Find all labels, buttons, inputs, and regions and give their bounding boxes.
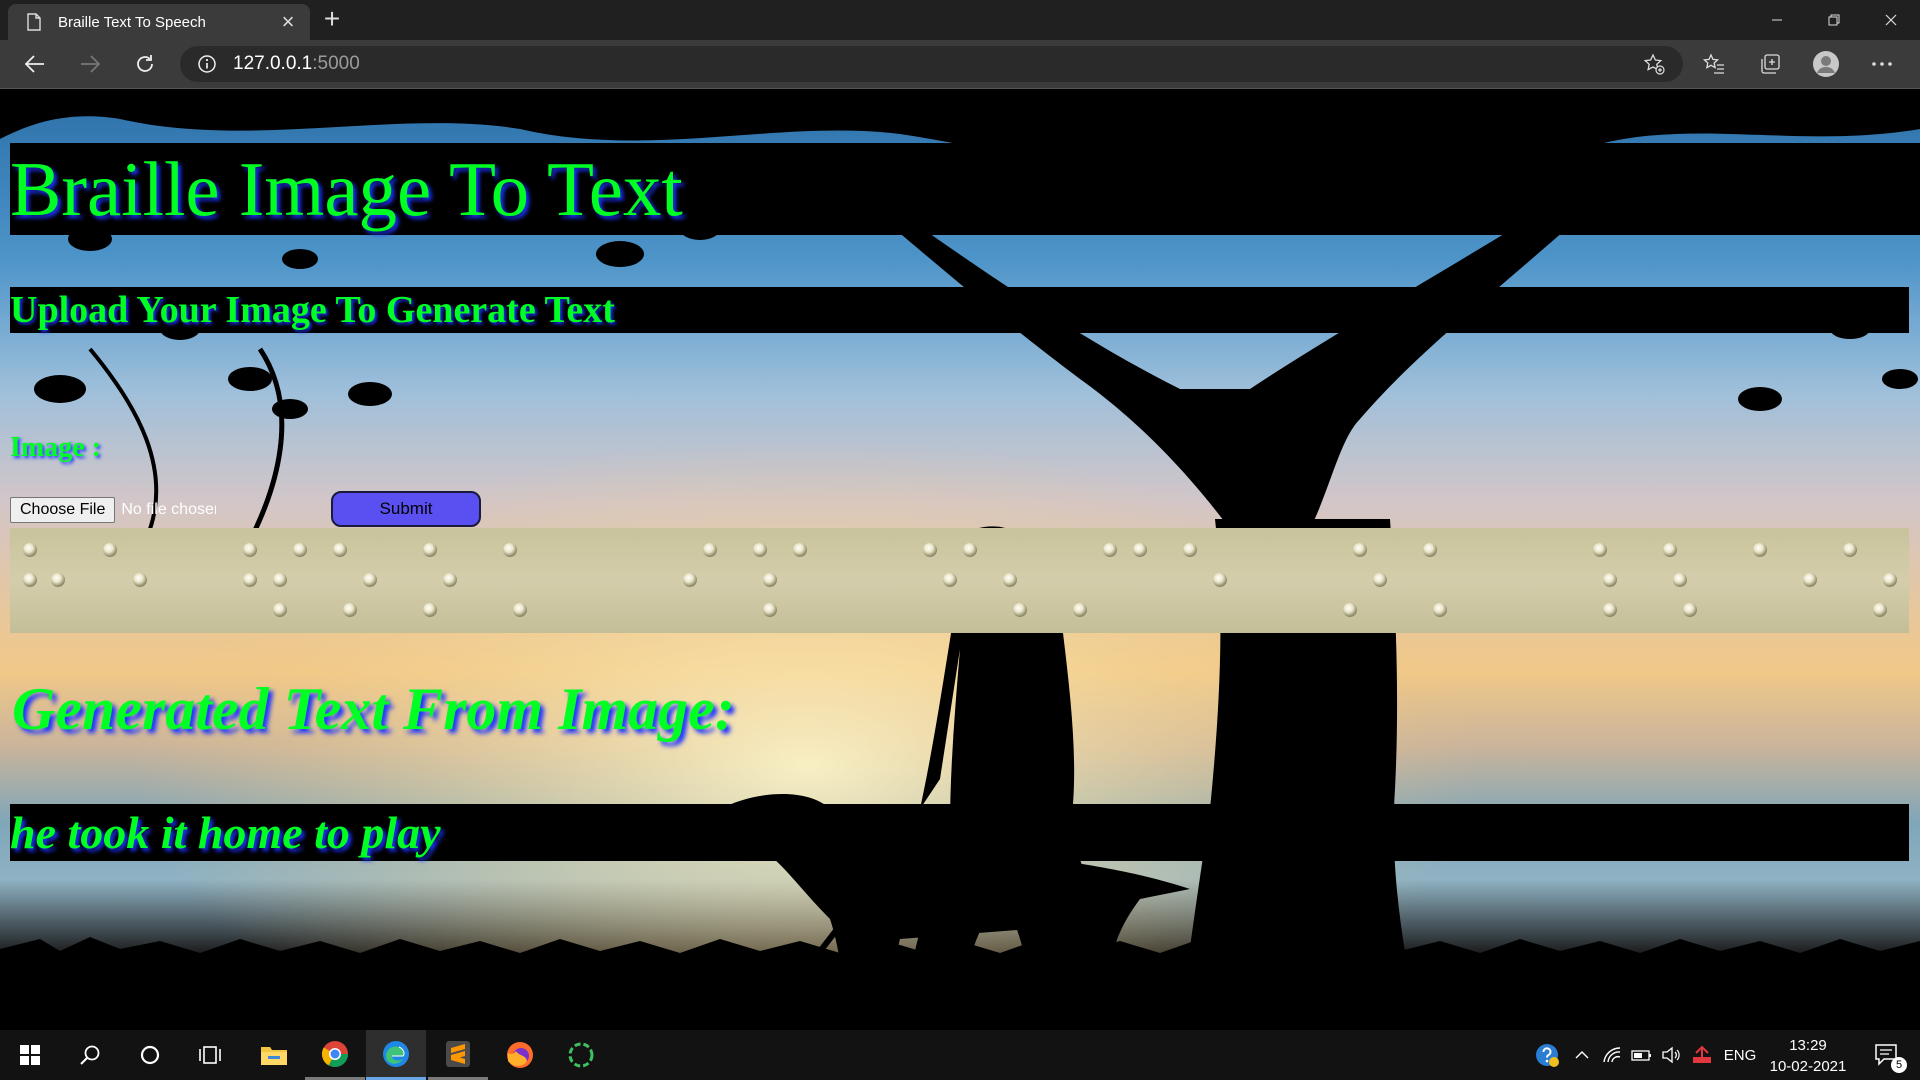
start-icon[interactable] <box>0 1030 60 1080</box>
network-status-icon[interactable] <box>1688 1030 1716 1080</box>
clock[interactable]: 13:29 10-02-2021 <box>1764 1035 1852 1077</box>
page-viewport: Braille Image To Text Upload Your Image … <box>0 89 1920 1030</box>
file-explorer-icon[interactable] <box>244 1030 304 1080</box>
url-host: 127.0.0.1 <box>233 53 313 74</box>
task-view-icon[interactable] <box>180 1030 240 1080</box>
browser-titlebar: Braille Text To Speech × + <box>0 0 1920 40</box>
close-tab-icon[interactable]: × <box>278 11 298 33</box>
tab-title: Braille Text To Speech <box>58 13 206 31</box>
profile-avatar-icon[interactable] <box>1812 50 1840 78</box>
page-icon <box>27 13 41 31</box>
minimize-button[interactable] <box>1748 0 1806 40</box>
search-icon[interactable] <box>60 1030 120 1080</box>
forward-button[interactable] <box>73 48 107 80</box>
battery-icon[interactable] <box>1628 1030 1656 1080</box>
volume-icon[interactable] <box>1658 1030 1686 1080</box>
reload-button[interactable] <box>128 48 162 80</box>
windows-taskbar: ENG 13:29 10-02-2021 5 <box>0 1030 1920 1080</box>
add-favorite-icon[interactable] <box>1643 53 1665 75</box>
main-heading: Braille Image To Text <box>10 143 1920 235</box>
site-info-icon[interactable] <box>197 54 217 74</box>
back-arrow-icon <box>24 55 44 73</box>
image-file-input[interactable]: Choose File No file chosen <box>10 497 216 523</box>
clock-time: 13:29 <box>1789 1037 1827 1054</box>
help-icon[interactable] <box>1530 1030 1564 1080</box>
image-field-label: Image : <box>10 432 101 463</box>
firefox-icon[interactable] <box>490 1030 550 1080</box>
braille-image <box>10 528 1909 633</box>
generated-text-heading: Generated Text From Image: <box>12 676 735 742</box>
app-icon[interactable] <box>551 1030 611 1080</box>
more-options-icon[interactable] <box>1868 50 1896 78</box>
back-button[interactable] <box>18 48 52 80</box>
submit-button[interactable]: Submit <box>331 491 481 527</box>
input-language[interactable]: ENG <box>1720 1030 1760 1080</box>
wifi-icon[interactable] <box>1598 1030 1626 1080</box>
chrome-icon[interactable] <box>305 1030 365 1080</box>
sublime-text-icon[interactable] <box>428 1030 488 1080</box>
url-port: :5000 <box>312 53 360 74</box>
address-bar[interactable]: 127.0.0.1:5000 <box>180 46 1683 82</box>
restore-button[interactable] <box>1805 0 1863 40</box>
edge-icon[interactable] <box>366 1030 426 1080</box>
show-hidden-icons-icon[interactable] <box>1568 1030 1596 1080</box>
upload-subheading: Upload Your Image To Generate Text <box>10 287 1909 333</box>
forward-arrow-icon <box>81 55 101 73</box>
notifications-icon[interactable]: 5 <box>1862 1030 1912 1080</box>
browser-toolbar: 127.0.0.1:5000 <box>0 40 1920 89</box>
notification-count-badge: 5 <box>1891 1057 1907 1073</box>
reload-icon <box>137 55 153 72</box>
browser-tab[interactable]: Braille Text To Speech × <box>8 4 310 40</box>
generated-text-output: he took it home to play <box>10 804 1909 861</box>
choose-file-button[interactable]: Choose File <box>10 497 116 523</box>
clock-date: 10-02-2021 <box>1769 1058 1847 1075</box>
close-window-button[interactable] <box>1862 0 1920 40</box>
collections-icon[interactable] <box>1756 50 1784 78</box>
cortana-icon[interactable] <box>120 1030 180 1080</box>
favorites-icon[interactable] <box>1700 50 1728 78</box>
file-status-text: No file chosen <box>121 501 217 518</box>
new-tab-button[interactable]: + <box>318 5 346 34</box>
